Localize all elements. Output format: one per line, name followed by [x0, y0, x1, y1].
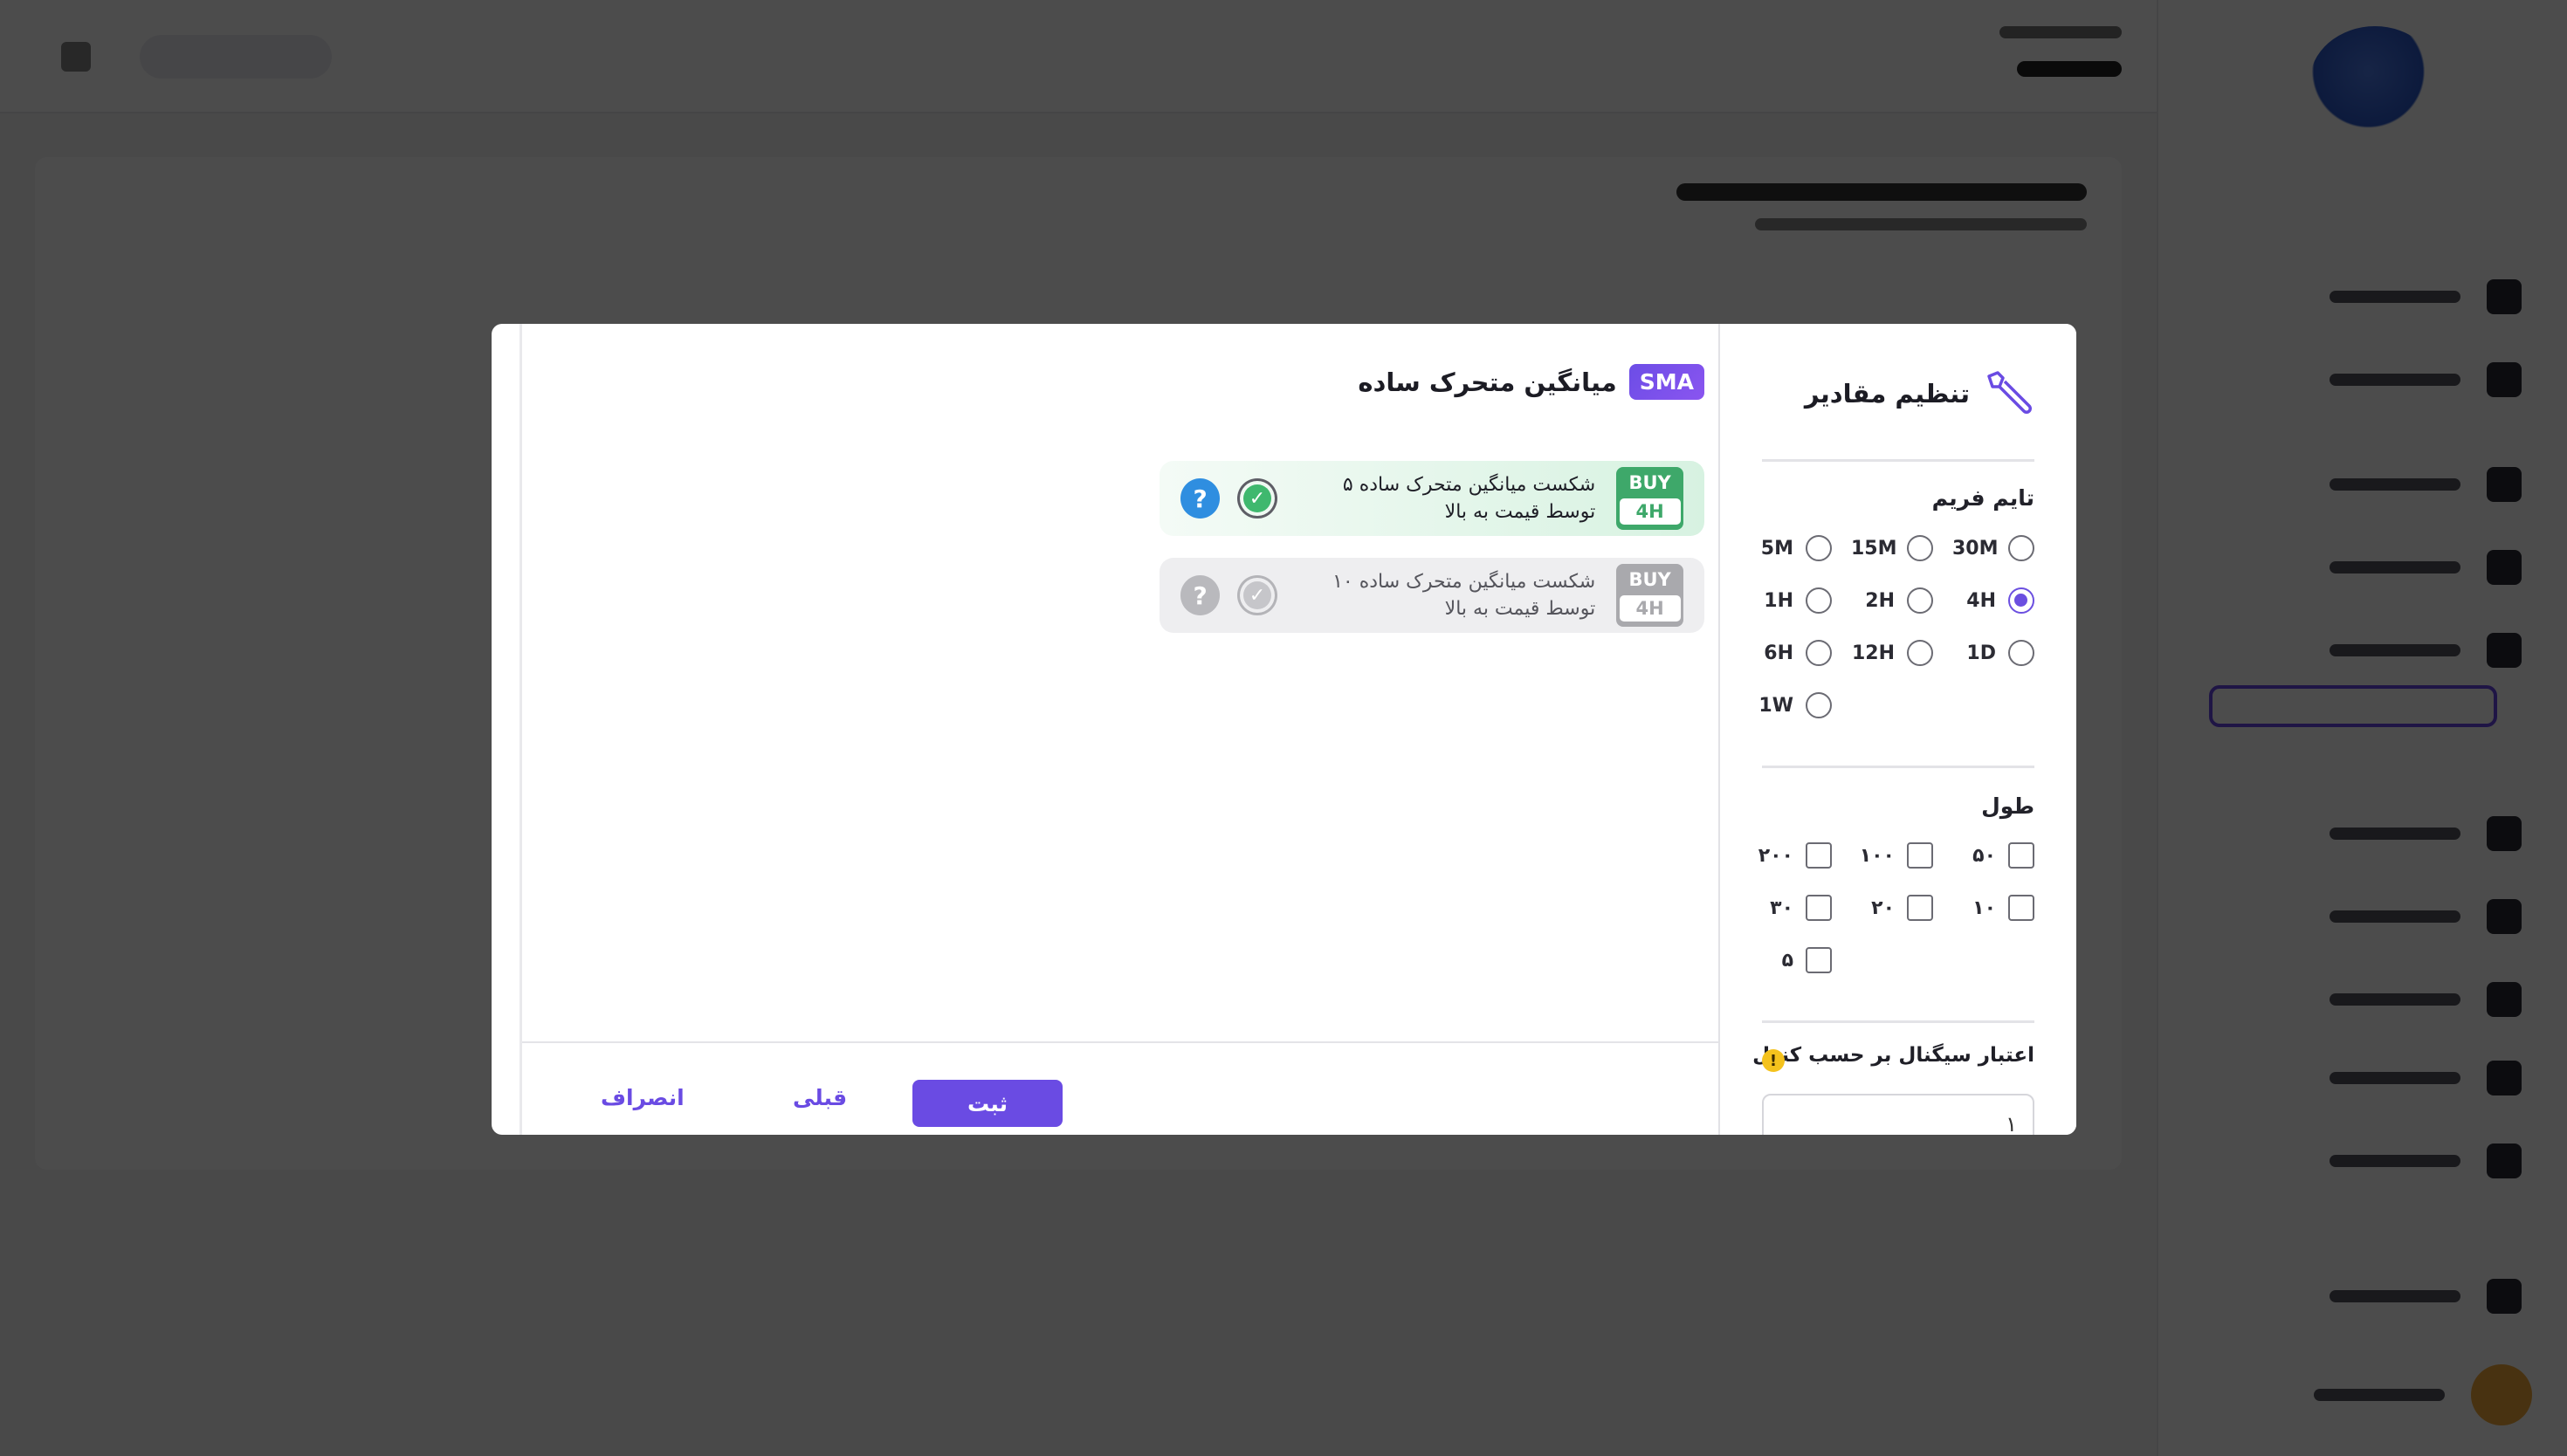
timeframe-option-label: 30M [1952, 537, 1999, 560]
signal-badge: BUY 4H [1616, 467, 1683, 530]
signal-description: شکست میانگین متحرک ساده ۱۰ توسط قیمت به … [1332, 571, 1596, 620]
help-icon[interactable]: ? [1180, 575, 1221, 615]
length-label: طول [1981, 793, 2034, 819]
timeframe-radio[interactable] [2008, 535, 2034, 561]
timeframe-option-label: 1W [1758, 694, 1793, 717]
signal-panel: SMA میانگین متحرک ساده BUY 4H شکست میانگ… [520, 324, 1746, 1135]
signal-validity-input[interactable] [1762, 1094, 2034, 1135]
indicator-name: میانگین متحرک ساده [1358, 367, 1617, 397]
indicator-settings-modal: SMA میانگین متحرک ساده BUY 4H شکست میانگ… [492, 324, 2076, 1135]
length-option-label: ۵ [1781, 949, 1793, 972]
cancel-button[interactable]: انصراف [601, 1085, 685, 1110]
signal-card[interactable]: BUY 4H شکست میانگین متحرک ساده ۵ توسط قی… [1160, 461, 1704, 536]
length-option-30[interactable]: ۳۰ [1750, 895, 1832, 921]
settings-title-text: تنظیم مقادیر [1804, 379, 1970, 409]
submit-button[interactable]: ثبت [912, 1080, 1063, 1127]
timeframe-option-label: 12H [1851, 642, 1895, 664]
signal-badge: BUY 4H [1616, 564, 1683, 627]
divider [1762, 766, 2034, 768]
timeframe-option-4h[interactable]: 4H [1952, 587, 2034, 614]
timeframe-radio[interactable] [1907, 640, 1933, 666]
length-option-label: ۱۰ [1972, 896, 1996, 919]
signal-card[interactable]: BUY 4H شکست میانگین متحرک ساده ۱۰ توسط ق… [1160, 558, 1704, 633]
timeframe-radio[interactable] [1806, 535, 1832, 561]
previous-button[interactable]: قبلی [793, 1085, 847, 1110]
timeframe-option-1w[interactable]: 1W [1750, 692, 1832, 718]
warning-icon[interactable]: ! [1762, 1049, 1785, 1072]
signal-description: شکست میانگین متحرک ساده ۵ توسط قیمت به ب… [1342, 474, 1596, 523]
length-option-label: ۲۰۰ [1758, 844, 1793, 867]
timeframe-radio[interactable] [1907, 535, 1933, 561]
timeframe-option-6h[interactable]: 6H [1750, 640, 1832, 666]
timeframe-radio-selected[interactable] [2008, 587, 2034, 614]
timeframe-option-15m[interactable]: 15M [1851, 535, 1933, 561]
timeframe-option-12h[interactable]: 12H [1851, 640, 1933, 666]
length-checkbox[interactable] [1907, 895, 1933, 921]
settings-title: تنظیم مقادیر [1805, 367, 2034, 420]
length-option-label: ۲۰ [1871, 896, 1895, 919]
timeframe-option-2h[interactable]: 2H [1851, 587, 1933, 614]
timeframe-option-5m[interactable]: 5M [1750, 535, 1832, 561]
indicator-title: SMA میانگین متحرک ساده [1358, 364, 1704, 400]
divider [1762, 459, 2034, 462]
wrench-icon [1987, 371, 2032, 414]
timeframe-option-1d[interactable]: 1D [1952, 640, 2034, 666]
length-checkbox[interactable] [1806, 842, 1832, 869]
timeframe-option-label: 15M [1851, 537, 1897, 560]
check-circle-icon[interactable]: ✓ [1237, 575, 1277, 615]
timeframe-option-30m[interactable]: 30M [1952, 535, 2034, 561]
check-circle-icon[interactable]: ✓ [1237, 478, 1277, 519]
timeframe-option-label: 2H [1865, 589, 1895, 612]
signal-side: BUY [1628, 569, 1671, 590]
timeframe-radio[interactable] [1806, 640, 1832, 666]
check-icon: ✓ [1242, 484, 1271, 512]
modal-footer: ثبت قبلی انصراف [522, 1041, 1746, 1135]
timeframe-radio[interactable] [1806, 692, 1832, 718]
length-checkbox[interactable] [1907, 842, 1933, 869]
timeframe-option-label: 1H [1764, 589, 1793, 612]
timeframe-radio[interactable] [2008, 640, 2034, 666]
settings-panel: تنظیم مقادیر تایم فریم 30M 15M 5M 4H 2H … [1718, 324, 2076, 1135]
signal-timeframe: 4H [1619, 595, 1681, 622]
length-option-label: ۱۰۰ [1859, 844, 1895, 867]
timeframe-radio[interactable] [1907, 587, 1933, 614]
timeframe-label: تایم فریم [1931, 485, 2034, 511]
timeframe-option-label: 5M [1760, 537, 1793, 560]
length-option-5[interactable]: ۵ [1750, 947, 1832, 973]
help-icon[interactable]: ? [1180, 478, 1221, 519]
length-option-100[interactable]: ۱۰۰ [1851, 842, 1933, 869]
length-checkbox[interactable] [2008, 842, 2034, 869]
divider [1762, 1020, 2034, 1023]
indicator-badge: SMA [1628, 364, 1704, 400]
timeframe-radio[interactable] [1806, 587, 1832, 614]
timeframe-option-label: 4H [1966, 589, 1996, 612]
length-checkbox[interactable] [1806, 895, 1832, 921]
length-option-10[interactable]: ۱۰ [1952, 895, 2034, 921]
timeframe-option-label: 6H [1764, 642, 1793, 664]
length-option-200[interactable]: ۲۰۰ [1750, 842, 1832, 869]
check-icon: ✓ [1242, 581, 1271, 609]
length-checkbox[interactable] [2008, 895, 2034, 921]
length-option-20[interactable]: ۲۰ [1851, 895, 1933, 921]
length-option-label: ۵۰ [1972, 844, 1996, 867]
timeframe-option-1h[interactable]: 1H [1750, 587, 1832, 614]
length-option-50[interactable]: ۵۰ [1952, 842, 2034, 869]
signal-timeframe: 4H [1619, 498, 1681, 525]
signal-side: BUY [1628, 472, 1671, 493]
signal-validity-label: اعتبار سیگنال بر حسب کندل [1752, 1044, 2034, 1067]
length-checkbox[interactable] [1806, 947, 1832, 973]
timeframe-option-label: 1D [1966, 642, 1996, 664]
length-option-label: ۳۰ [1770, 896, 1793, 919]
